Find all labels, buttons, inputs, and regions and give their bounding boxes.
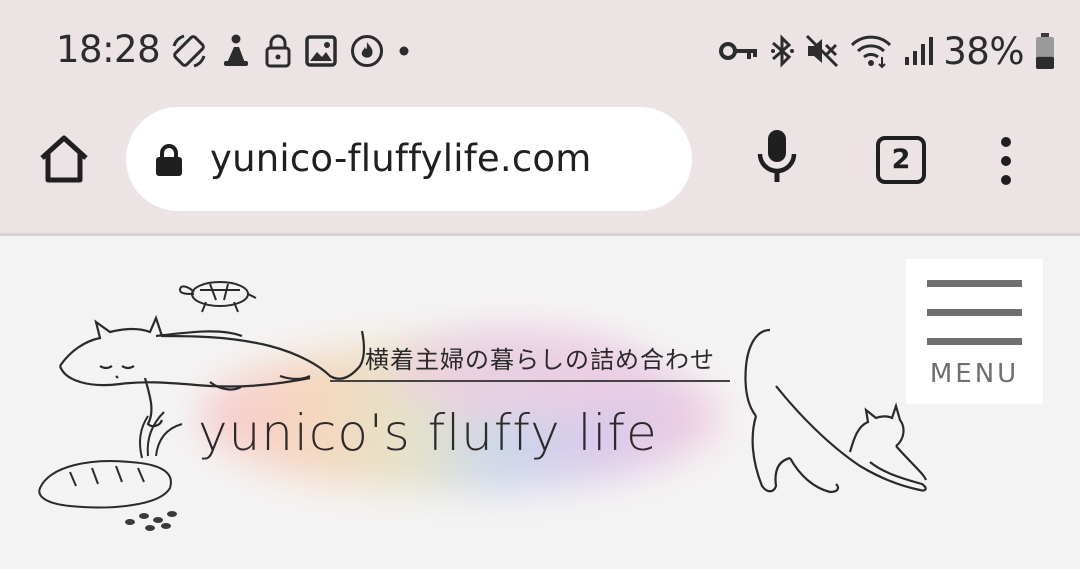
status-right-icons: 38% xyxy=(719,29,1056,73)
hamburger-menu-button[interactable]: MENU xyxy=(906,259,1043,404)
logo-illustrations xyxy=(38,281,928,531)
status-bar: 18:28 38% xyxy=(0,0,1080,100)
home-icon[interactable] xyxy=(36,132,92,188)
site-title: yunico's fluffy life xyxy=(198,404,658,462)
browser-toolbar: yunico-fluffylife.com 2 xyxy=(0,100,1080,233)
tab-switcher-button[interactable]: 2 xyxy=(876,136,926,184)
web-page: 横着主婦の暮らしの詰め合わせ yunico's fluffy life MENU xyxy=(0,236,1080,569)
image-icon xyxy=(305,35,337,67)
menu-label: MENU xyxy=(929,359,1020,389)
site-logo[interactable]: 横着主婦の暮らしの詰め合わせ yunico's fluffy life xyxy=(30,266,940,536)
url-text[interactable]: yunico-fluffylife.com xyxy=(210,137,591,180)
stretching-cat-illustration xyxy=(744,328,928,494)
menu-bar-icon xyxy=(927,309,1022,316)
status-time: 18:28 xyxy=(56,28,161,71)
fire-icon xyxy=(351,35,383,67)
dot-icon xyxy=(399,46,409,56)
tagline-underline xyxy=(330,380,730,382)
seeds-illustration xyxy=(125,511,177,531)
lock-icon xyxy=(265,34,291,68)
overflow-menu-icon[interactable] xyxy=(996,136,1016,186)
menu-bar-icon xyxy=(927,338,1022,345)
browser-chrome: 18:28 38% yunico-fluffylife.com 2 xyxy=(0,0,1080,233)
wifi-icon xyxy=(851,35,892,69)
vpn-key-icon xyxy=(719,42,758,60)
autorotate-icon xyxy=(172,34,206,68)
site-tagline: 横着主婦の暮らしの詰め合わせ xyxy=(365,346,715,374)
battery-icon xyxy=(1036,33,1054,69)
signal-icon xyxy=(905,37,934,65)
address-bar[interactable]: yunico-fluffylife.com xyxy=(126,107,692,211)
bread-illustration xyxy=(38,411,183,509)
microphone-icon[interactable] xyxy=(752,126,802,186)
battery-percent: 38% xyxy=(943,29,1024,73)
mute-icon xyxy=(806,34,839,68)
secure-lock-icon xyxy=(156,144,182,176)
menu-bar-icon xyxy=(927,280,1022,287)
bluetooth-icon xyxy=(771,34,795,68)
accessibility-icon xyxy=(224,34,248,66)
turtle-illustration xyxy=(178,281,257,313)
status-left-icons xyxy=(170,30,411,72)
